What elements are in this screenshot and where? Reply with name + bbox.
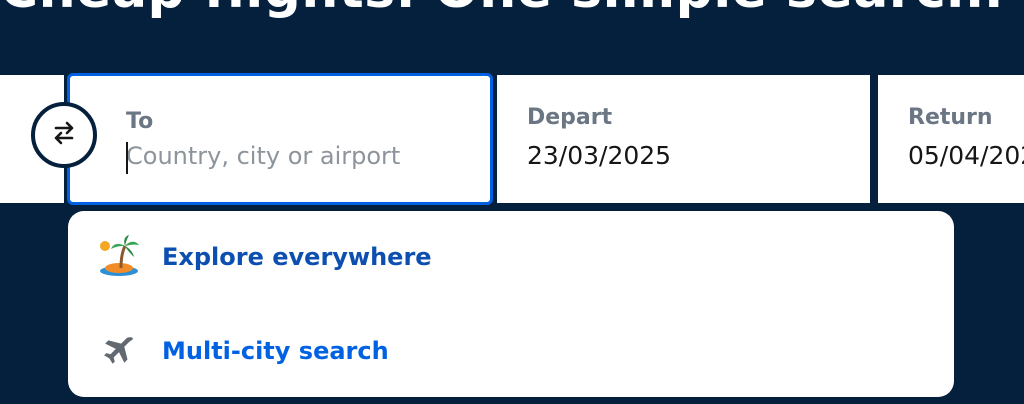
- text-caret: [126, 142, 128, 174]
- depart-label: Depart: [527, 105, 613, 130]
- destination-suggestions-dropdown: Explore everywhere Multi-city search: [68, 211, 954, 397]
- explore-everywhere-label: Explore everywhere: [162, 243, 432, 271]
- multi-city-search-option[interactable]: Multi-city search: [68, 321, 954, 381]
- depart-value: 23/03/2025: [527, 141, 672, 170]
- explore-everywhere-option[interactable]: Explore everywhere: [68, 227, 954, 287]
- swap-locations-button[interactable]: [31, 102, 97, 168]
- depart-date-field[interactable]: Depart 23/03/2025: [497, 75, 870, 203]
- page-headline: Cheap flights. One simple search.: [0, 0, 1004, 20]
- to-label: To: [126, 109, 154, 134]
- to-field[interactable]: To: [67, 73, 493, 205]
- return-date-field[interactable]: Return 05/04/2025: [878, 75, 1024, 203]
- return-value: 05/04/2025: [908, 141, 1024, 170]
- plane-icon: [96, 328, 142, 374]
- island-icon: [96, 234, 142, 280]
- swap-arrows-icon: [50, 119, 78, 151]
- multi-city-search-label: Multi-city search: [162, 337, 389, 365]
- to-input[interactable]: [126, 142, 466, 170]
- return-label: Return: [908, 105, 993, 130]
